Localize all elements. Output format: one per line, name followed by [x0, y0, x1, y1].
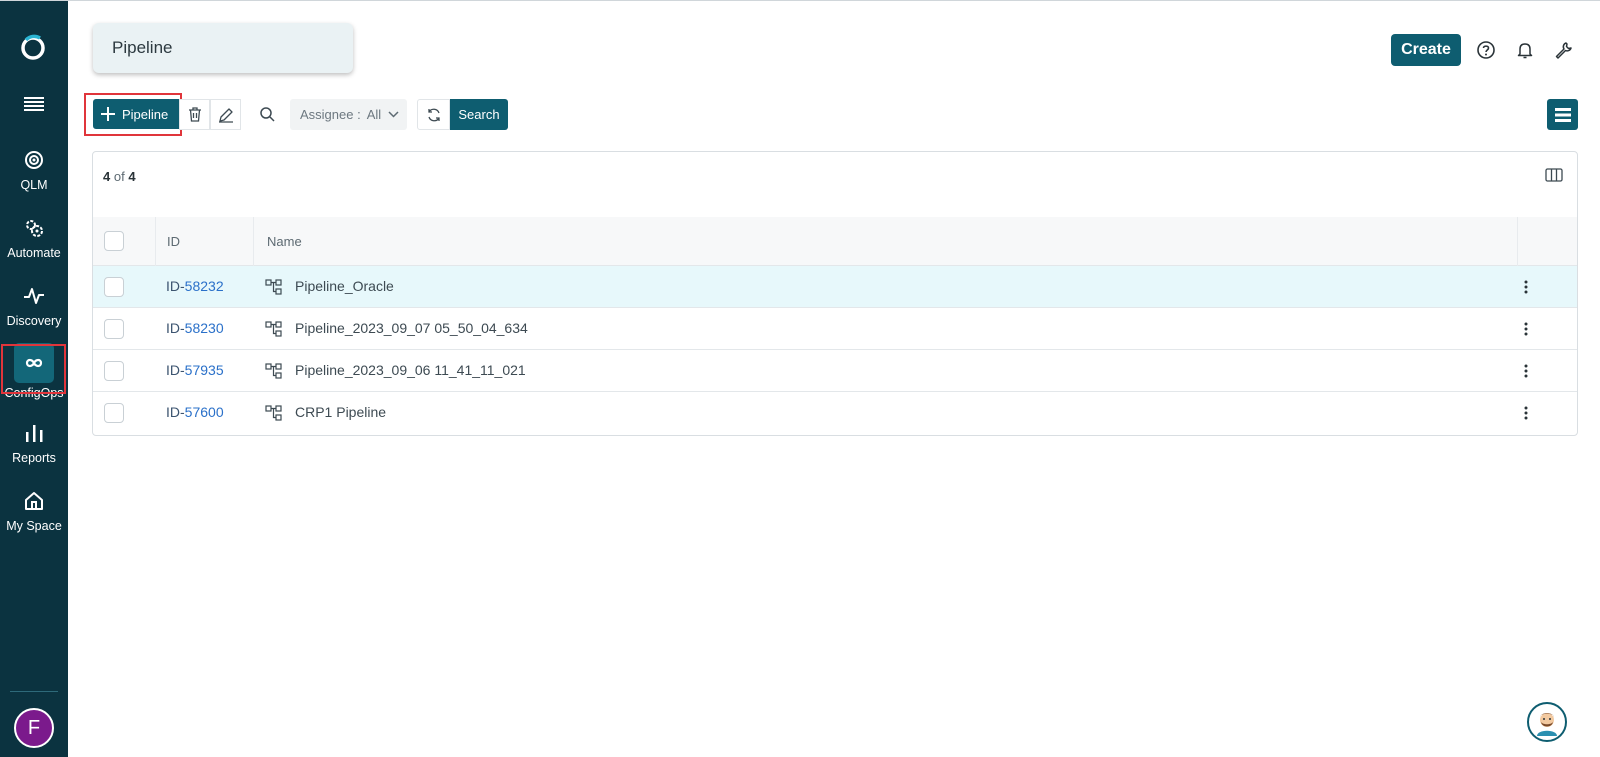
sidebar-item-automate[interactable]: Automate — [0, 217, 68, 260]
row-checkbox[interactable] — [104, 361, 124, 381]
assignee-label: Assignee : — [300, 107, 361, 122]
row-checkbox[interactable] — [104, 403, 124, 423]
assignee-filter[interactable]: Assignee : All — [290, 99, 407, 130]
table-row[interactable]: ID-58230 Pipeline_2023_09_07 05_50_04_63… — [93, 308, 1577, 350]
search-button[interactable]: Search — [450, 99, 508, 130]
search-icon[interactable] — [258, 105, 276, 123]
app-logo-icon[interactable] — [20, 34, 46, 60]
column-divider — [1517, 217, 1518, 266]
refresh-button[interactable] — [417, 99, 450, 130]
column-header-name[interactable]: Name — [267, 234, 302, 249]
sidebar-item-label: Reports — [12, 451, 56, 465]
list-view-icon — [1554, 107, 1571, 122]
pipeline-icon — [265, 405, 282, 421]
sidebar-item-label: My Space — [6, 519, 62, 533]
row-id-link[interactable]: ID-58232 — [166, 278, 224, 294]
column-divider — [155, 217, 156, 266]
assistant-bot-button[interactable] — [1527, 702, 1567, 742]
refresh-icon — [427, 108, 440, 121]
sidebar-item-label: Discovery — [6, 314, 62, 328]
highlight-outline — [84, 93, 182, 136]
more-options-icon[interactable] — [1524, 322, 1528, 336]
row-name[interactable]: Pipeline_2023_09_07 05_50_04_634 — [295, 320, 528, 336]
edit-button[interactable] — [210, 99, 241, 130]
row-id-link[interactable]: ID-57600 — [166, 404, 224, 420]
pipeline-table: 4 of 4 ID Name ID-58232 Pipeline_Oracle … — [92, 151, 1578, 436]
sidebar-item-my-space[interactable]: My Space — [0, 490, 68, 533]
assignee-value: All — [366, 107, 382, 122]
more-options-icon[interactable] — [1524, 406, 1528, 420]
column-header-id[interactable]: ID — [167, 234, 180, 249]
menu-icon[interactable] — [24, 96, 44, 112]
row-name[interactable]: CRP1 Pipeline — [295, 404, 386, 420]
more-options-icon[interactable] — [1524, 280, 1528, 294]
wrench-icon[interactable] — [1553, 40, 1573, 60]
pipeline-icon — [265, 321, 282, 337]
trash-icon — [188, 107, 201, 122]
gears-icon — [26, 220, 43, 237]
highlight-outline — [1, 344, 66, 394]
pipeline-icon — [265, 279, 282, 295]
table-row[interactable]: ID-57935 Pipeline_2023_09_06 11_41_11_02… — [93, 350, 1577, 392]
column-divider — [253, 217, 254, 266]
row-checkbox[interactable] — [104, 277, 124, 297]
table-row[interactable]: ID-58232 Pipeline_Oracle — [93, 266, 1577, 308]
row-name[interactable]: Pipeline_2023_09_06 11_41_11_021 — [295, 362, 526, 378]
page-title: Pipeline — [93, 23, 353, 73]
home-icon — [25, 492, 43, 510]
sidebar: QLM Automate Discovery ConfigOps Reports — [0, 1, 68, 757]
pencil-icon — [218, 107, 233, 123]
sidebar-item-reports[interactable]: Reports — [0, 422, 68, 465]
table-header: ID Name — [93, 217, 1577, 266]
chevron-down-icon — [388, 111, 399, 118]
row-checkbox[interactable] — [104, 319, 124, 339]
delete-button[interactable] — [179, 99, 210, 130]
sidebar-item-label: QLM — [20, 178, 48, 192]
list-view-button[interactable] — [1547, 99, 1578, 130]
table-row[interactable]: ID-57600 CRP1 Pipeline — [93, 392, 1577, 434]
assistant-avatar-icon — [1537, 713, 1557, 736]
sidebar-item-discovery[interactable]: Discovery — [0, 285, 68, 328]
bell-icon[interactable] — [1515, 40, 1535, 60]
sidebar-divider — [10, 691, 58, 692]
columns-icon[interactable] — [1545, 167, 1563, 183]
sidebar-item-label: Automate — [7, 246, 61, 260]
row-name[interactable]: Pipeline_Oracle — [295, 278, 394, 294]
pipeline-icon — [265, 363, 282, 379]
help-icon[interactable] — [1476, 40, 1496, 60]
more-options-icon[interactable] — [1524, 364, 1528, 378]
sidebar-item-qlm[interactable]: QLM — [0, 149, 68, 192]
row-id-link[interactable]: ID-57935 — [166, 362, 224, 378]
record-count: 4 of 4 — [103, 169, 136, 184]
select-all-checkbox[interactable] — [104, 231, 124, 251]
target-icon — [25, 151, 43, 169]
bar-chart-icon — [26, 425, 43, 442]
user-avatar[interactable]: F — [14, 708, 54, 748]
pulse-icon — [24, 288, 44, 304]
row-id-link[interactable]: ID-58230 — [166, 320, 224, 336]
create-button[interactable]: Create — [1391, 34, 1461, 66]
